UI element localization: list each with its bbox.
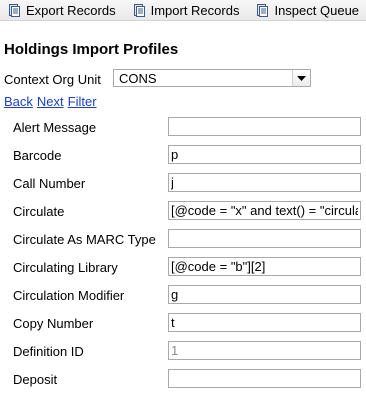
- field-label-circulate: Circulate: [13, 204, 65, 219]
- context-org-unit-row: Context Org Unit CONS: [4, 69, 311, 89]
- back-link[interactable]: Back: [4, 94, 33, 109]
- import-records-button[interactable]: Import Records: [125, 0, 247, 20]
- field-row-definition-id: Definition ID: [0, 338, 366, 366]
- inspect-queue-label: Inspect Queue: [274, 2, 360, 18]
- field-row-copy-number: Copy Number: [0, 310, 366, 338]
- inspect-queue-button[interactable]: Inspect Queue: [248, 0, 366, 20]
- circulating-library-input[interactable]: [168, 257, 361, 276]
- document-icon: [8, 3, 20, 17]
- page-title: Holdings Import Profiles: [4, 41, 179, 58]
- document-icon: [256, 3, 269, 17]
- field-label-barcode: Barcode: [13, 148, 62, 163]
- export-records-label: Export Records: [26, 2, 116, 18]
- field-row-call-number: Call Number: [0, 170, 366, 198]
- circulate-input[interactable]: [168, 201, 361, 220]
- field-label-copy-number: Copy Number: [13, 316, 94, 331]
- import-records-label: Import Records: [150, 2, 240, 18]
- field-row-circulating-library: Circulating Library: [0, 254, 366, 282]
- field-row-alert-message: Alert Message: [0, 114, 366, 142]
- field-label-alert-message: Alert Message: [13, 120, 97, 135]
- field-label-call-number: Call Number: [13, 176, 86, 191]
- field-row-circulate: Circulate: [0, 198, 366, 226]
- copy-number-input[interactable]: [168, 313, 361, 332]
- pager-links: Back Next Filter: [4, 94, 97, 109]
- circulate-as-marc-type-input[interactable]: [168, 229, 361, 248]
- barcode-input[interactable]: [168, 145, 361, 164]
- field-row-barcode: Barcode: [0, 142, 366, 170]
- context-org-unit-value: CONS: [119, 71, 157, 86]
- document-icon: [133, 3, 145, 17]
- filter-link[interactable]: Filter: [68, 94, 97, 109]
- field-label-deposit: Deposit: [13, 372, 58, 387]
- field-label-definition-id: Definition ID: [13, 344, 84, 359]
- export-records-button[interactable]: Export Records: [0, 0, 123, 20]
- field-row-circulation-modifier: Circulation Modifier: [0, 282, 366, 310]
- chevron-down-icon[interactable]: [292, 70, 310, 86]
- next-link[interactable]: Next: [37, 94, 64, 109]
- field-label-circulate-as-marc-type: Circulate As MARC Type: [13, 232, 156, 247]
- alert-message-input[interactable]: [168, 117, 361, 136]
- deposit-input[interactable]: [168, 369, 361, 388]
- call-number-input[interactable]: [168, 173, 361, 192]
- definition-id-input: [168, 341, 361, 360]
- context-org-unit-label: Context Org Unit: [4, 71, 101, 87]
- circulation-modifier-input[interactable]: [168, 285, 361, 304]
- field-label-circulation-modifier: Circulation Modifier: [13, 288, 125, 303]
- context-org-unit-select[interactable]: CONS: [113, 69, 311, 87]
- toolbar: Export Records Import Records Inspect Qu…: [0, 0, 366, 21]
- field-row-deposit: Deposit: [0, 366, 366, 394]
- field-row-circulate-as-marc-type: Circulate As MARC Type: [0, 226, 366, 254]
- field-label-circulating-library: Circulating Library: [13, 260, 118, 275]
